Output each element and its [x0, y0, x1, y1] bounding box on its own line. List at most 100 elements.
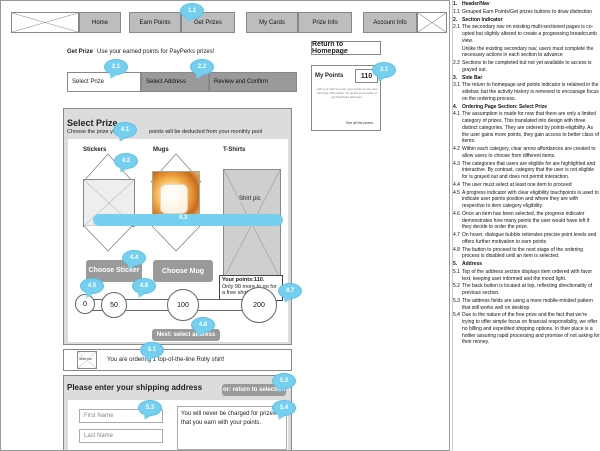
note-text: Top of the address section displays item…	[462, 268, 593, 282]
note-text: Ordering Page Section: Select Prize	[462, 103, 548, 110]
note-item: 1.1 Grouped Earn Points/Get prizes button…	[453, 9, 600, 16]
note-number: 5.2	[453, 283, 460, 290]
nav-earn-points[interactable]: Earn Points	[129, 12, 181, 33]
note-heading: 5. Address	[453, 261, 600, 268]
note-item: Unlike the existing secondary nav, users…	[453, 46, 600, 60]
note-number: 4.7	[453, 232, 460, 238]
note-number: 4.4	[453, 181, 460, 188]
callout-4-4: 4.4	[123, 251, 145, 265]
note-item: 4.2 Within each category, clear arrow aff…	[453, 146, 600, 160]
note-text: The categories that users are eligible f…	[462, 160, 596, 181]
note-text: Address	[462, 261, 483, 267]
note-text: Due to the nature of the free prize and …	[462, 312, 600, 346]
step-review-confirm: Review and Confirm	[209, 72, 297, 92]
page-subtitle: Use your earned points for PayPerks priz…	[97, 49, 215, 55]
progress-level-100: 100	[167, 289, 199, 321]
order-summary-text: You are ordering 1 top-of-the-line Rolly…	[107, 357, 225, 363]
select-prize-subtitle-tail: points will be deducted from your monthl…	[149, 129, 263, 135]
note-text: The assumption is made for now that ther…	[462, 111, 600, 145]
progress-level-50: 50	[101, 292, 127, 318]
nav-home[interactable]: Home	[79, 12, 121, 33]
choose-mug-button[interactable]: Choose Mug	[153, 260, 213, 282]
note-text: Section Indicator	[462, 16, 503, 23]
callout-2-1: 2.1	[105, 60, 127, 74]
note-number: 5.	[453, 261, 458, 267]
note-item: 4.1 The assumption is made for now that t…	[453, 111, 600, 145]
callout-4-5: 4.5	[81, 279, 103, 293]
last-name-input[interactable]: Last Name	[79, 429, 163, 443]
points-panel: My Points 110 Add your card to enter you…	[311, 65, 381, 131]
page-title: Get Prize	[67, 49, 94, 55]
note-heading: 2. Section Indicator	[453, 17, 600, 24]
note-number: 1.1	[453, 8, 460, 15]
note-item: 4.3 The categories that users are eligibl…	[453, 161, 600, 181]
return-homepage-button[interactable]: Return to Homepage	[311, 41, 381, 55]
nav-account-info[interactable]: Account Info	[363, 12, 417, 33]
nav-prize-info[interactable]: Prize Info	[298, 12, 352, 33]
note-number: 2.	[453, 16, 458, 23]
callout-4-2: 4.2	[115, 154, 137, 168]
note-number: 4.	[453, 103, 458, 110]
see-all-prizes-link[interactable]: See all the prizes	[346, 121, 373, 125]
note-text: Within each category, clear arrow afford…	[462, 146, 596, 159]
note-item: 5.3 The address fields are using a more m…	[453, 298, 600, 312]
note-item: 5.2 The back button is located at top, re…	[453, 283, 600, 297]
next-select-address-button: Next: select address	[152, 329, 220, 341]
shirt-pic-label: Shirt pic	[239, 196, 261, 202]
note-text: Grouped Earn Points/Get prizes buttons t…	[462, 8, 593, 15]
nav-placeholder	[417, 12, 447, 33]
note-text: The back button is located at top, refle…	[462, 283, 593, 296]
note-number: 3.	[453, 74, 458, 81]
logo-placeholder	[11, 12, 79, 33]
note-heading: 3. Side Bar	[453, 75, 600, 82]
note-item: 5.4 Due to the nature of the free prize a…	[453, 312, 600, 346]
callout-2-2: 2.2	[191, 60, 213, 74]
callout-4-1: 4.1	[114, 123, 136, 137]
note-item: 4.6 Once an item has been selected, the p…	[453, 211, 600, 231]
progress-level-200: 200	[241, 287, 277, 323]
callout-4-7: 4.7	[279, 284, 301, 298]
note-number: 4.2	[453, 146, 460, 152]
callout-5-3: 5.3	[139, 401, 161, 415]
category-mugs: Mugs	[153, 147, 169, 153]
wireframe-canvas: Home Earn Points Get Prizes My Cards Pri…	[0, 0, 450, 451]
note-number: 5.4	[453, 312, 460, 319]
note-item: 4.7 On hover, dialogue bubble reiterates …	[453, 232, 600, 246]
note-item: 5.1 Top of the address section displays i…	[453, 269, 600, 283]
eligibility-highlight-bar	[93, 214, 283, 226]
note-item: 4.5 A progress indicator with clear eligi…	[453, 190, 600, 210]
note-text: On hover, dialogue bubble reiterates pre…	[462, 232, 597, 245]
mugs-arrow-down-icon[interactable]	[151, 225, 201, 261]
note-text: The button to proceed to the next stage …	[462, 246, 583, 260]
callout-4-6: 4.6	[133, 279, 155, 293]
note-heading: 1. Header/Nav	[453, 1, 600, 8]
note-text: A progress indicator with clear eligibil…	[462, 189, 599, 210]
note-text: Sections to be completed but not yet ava…	[462, 60, 592, 73]
select-prize-title: Select Prize	[67, 118, 118, 128]
note-number: 5.1	[453, 268, 460, 275]
note-text: The return to homepage and points indica…	[462, 82, 599, 102]
no-charge-notice: You will never be charged for prizes tha…	[177, 406, 287, 450]
category-tshirts: T-Shirts	[223, 147, 246, 153]
callout-4-8: 4.8	[192, 318, 214, 332]
callout-5-4: 5.4	[273, 401, 295, 415]
note-number: 3.1	[453, 82, 460, 89]
note-text: Side Bar	[462, 74, 483, 81]
callout-5-2: 5.2	[273, 374, 295, 388]
summary-thumbnail-label: Shirt pic	[79, 357, 92, 361]
callout-1-1: 1.1	[181, 4, 203, 18]
callout-3-1: 3.1	[373, 63, 395, 77]
note-text: The secondary nav on existing multi-sect…	[462, 24, 597, 44]
points-title: My Points	[315, 73, 344, 79]
note-text: The user must select at least one item t…	[462, 181, 572, 188]
note-number: 2.1	[453, 24, 460, 31]
step-select-prize[interactable]: Select Prize	[67, 72, 141, 92]
note-number: 5.3	[453, 297, 460, 304]
address-title: Please enter your shipping address	[67, 383, 203, 392]
note-text: Header/Nav	[462, 1, 490, 7]
note-heading: 4. Ordering Page Section: Select Prize	[453, 104, 600, 111]
category-stickers: Stickers	[83, 147, 107, 153]
note-number	[453, 46, 462, 60]
mug-image-handle	[160, 184, 188, 214]
nav-my-cards[interactable]: My Cards	[246, 12, 298, 33]
